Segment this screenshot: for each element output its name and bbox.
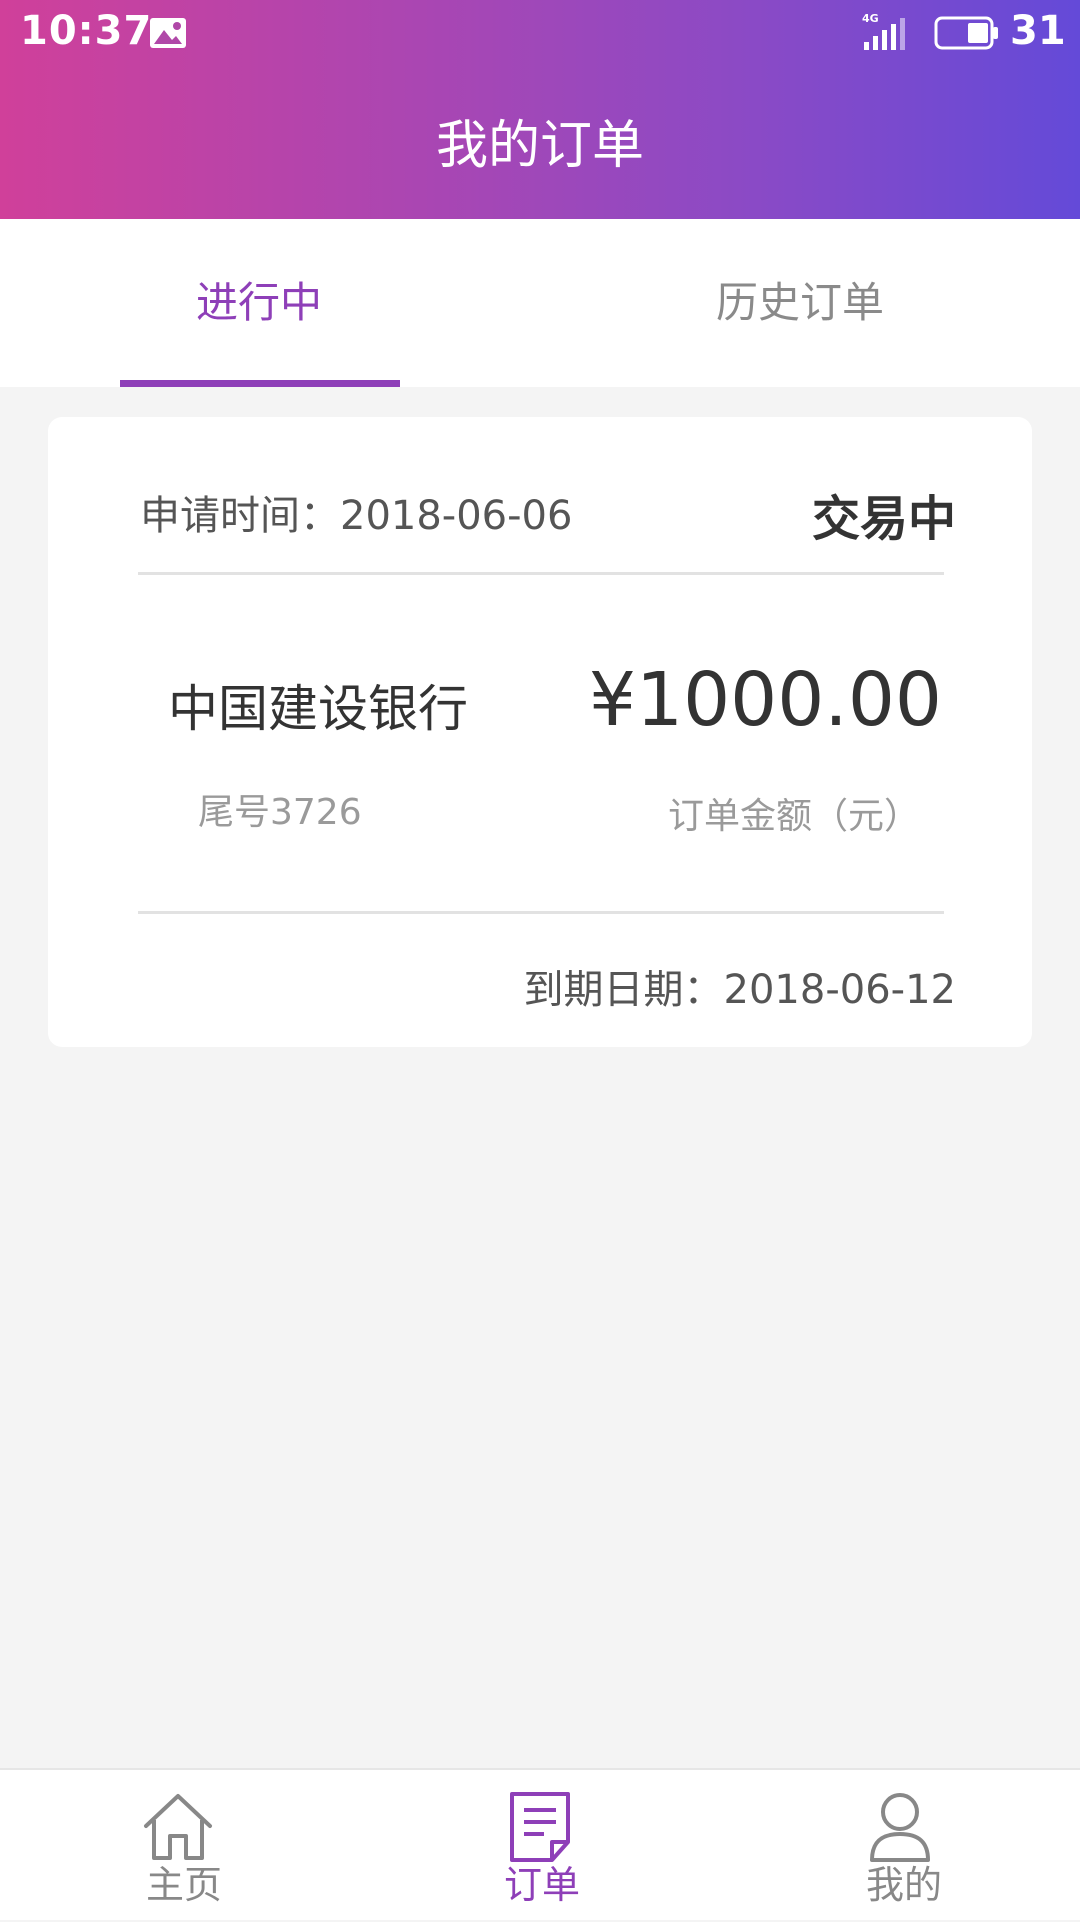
- signal-icon: 4G: [862, 12, 905, 50]
- nav-item-home[interactable]: 主页: [0, 1770, 360, 1922]
- status-time: 10:37: [20, 8, 153, 54]
- order-card[interactable]: 申请时间：2018-06-06 交易中 中国建设银行 尾号3726 ¥1000.…: [48, 417, 1032, 1047]
- status-bar: 10:37 4G 31: [0, 0, 1080, 66]
- apply-time: 申请时间：2018-06-06: [140, 493, 573, 539]
- bank-name: 中国建设银行: [168, 680, 468, 738]
- nav-label-home: 主页: [146, 1863, 223, 1907]
- network-type-label: 4G: [862, 12, 879, 25]
- tab-history-orders-label: 历史订单: [716, 278, 885, 327]
- battery-level: 31: [1010, 8, 1066, 54]
- nav-label-mine: 我的: [866, 1863, 943, 1907]
- order-status: 交易中: [811, 491, 956, 547]
- order-document-icon: [510, 1792, 570, 1862]
- tab-history-orders[interactable]: 历史订单: [540, 219, 1080, 387]
- home-icon: [144, 1794, 212, 1860]
- active-tab-indicator: [120, 380, 400, 387]
- order-amount-label: 订单金额（元）: [667, 796, 920, 837]
- due-date: 到期日期：2018-06-12: [523, 967, 956, 1013]
- order-amount: ¥1000.00: [588, 657, 942, 743]
- tab-in-progress-label: 进行中: [196, 278, 323, 327]
- app-header: 10:37 4G 31 我的订单: [0, 0, 1080, 219]
- card-divider-top: [138, 572, 944, 575]
- photo-notification-icon: [150, 18, 186, 48]
- nav-item-mine[interactable]: 我的: [720, 1770, 1080, 1922]
- card-tail-number: 尾号3726: [198, 792, 362, 833]
- card-divider-bottom: [138, 911, 944, 914]
- tab-in-progress[interactable]: 进行中: [0, 219, 520, 387]
- bottom-nav: 主页 订单 我的: [0, 1768, 1080, 1920]
- nav-label-orders: 订单: [504, 1863, 581, 1907]
- tab-bar: 进行中 历史订单: [0, 219, 1080, 387]
- battery-icon: [934, 16, 998, 50]
- user-icon: [870, 1793, 930, 1862]
- page-title: 我的订单: [435, 116, 644, 176]
- nav-item-orders[interactable]: 订单: [360, 1770, 720, 1922]
